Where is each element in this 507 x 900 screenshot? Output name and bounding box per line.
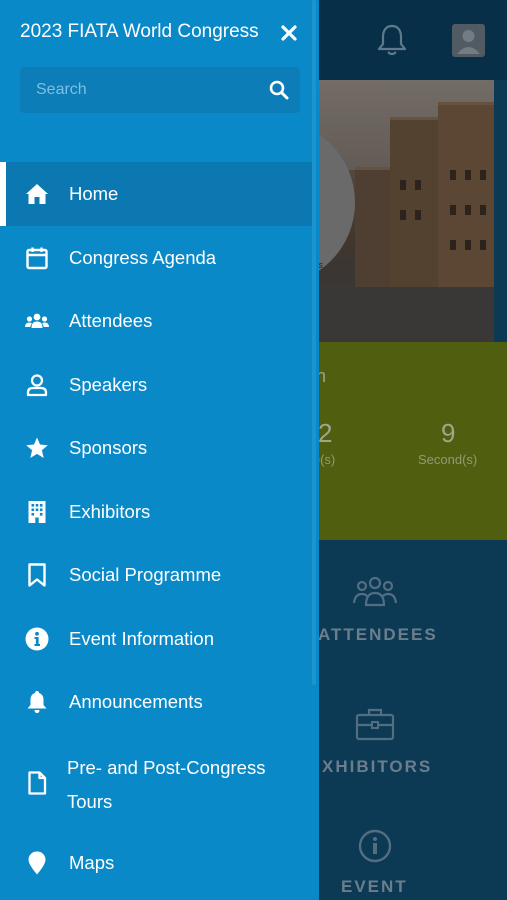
star-icon <box>25 436 49 460</box>
menu-item-exhibitors[interactable]: Exhibitors <box>0 480 312 544</box>
menu-item-label: Social Programme <box>69 564 222 585</box>
user-icon <box>25 373 49 397</box>
menu-item-label: Attendees <box>69 310 153 331</box>
calendar-icon <box>25 246 49 270</box>
menu-item-label: Event Information <box>69 628 214 649</box>
menu-item-label: Exhibitors <box>69 501 151 522</box>
search-input[interactable] <box>20 67 300 113</box>
menu-item-pre-post-congress-tours[interactable]: Pre- and Post-Congress Tours <box>0 741 312 825</box>
menu-item-label: Speakers <box>69 374 148 395</box>
map-pin-icon <box>25 851 49 875</box>
menu-item-event-information[interactable]: Event Information <box>0 607 312 671</box>
navigation-drawer: 2023 FIATA World Congress Home <box>0 0 319 900</box>
info-icon <box>25 627 49 651</box>
drawer-title: 2023 FIATA World Congress <box>20 21 259 42</box>
menu-item-sponsors[interactable]: Sponsors <box>0 416 312 480</box>
close-icon[interactable] <box>278 22 300 44</box>
search-box <box>20 67 300 113</box>
menu-item-label: Home <box>69 183 119 204</box>
document-icon <box>25 771 49 795</box>
users-icon <box>25 309 49 333</box>
bookmark-icon <box>25 563 49 587</box>
menu-item-announcements[interactable]: Announcements <box>0 670 312 734</box>
menu-item-label: Maps <box>69 852 115 873</box>
menu-item-maps[interactable]: Maps <box>0 831 312 895</box>
menu-item-label: Congress Agenda <box>69 247 217 268</box>
menu-item-speakers[interactable]: Speakers <box>0 353 312 417</box>
menu-item-label: Pre- and Post-Congress Tours <box>67 757 266 812</box>
drawer-scrollbar[interactable] <box>312 0 316 685</box>
menu-item-home[interactable]: Home <box>0 162 312 226</box>
bell-icon <box>25 690 49 714</box>
menu-item-social-programme[interactable]: Social Programme <box>0 543 312 607</box>
menu-item-label: Sponsors <box>69 437 148 458</box>
search-icon[interactable] <box>268 79 290 101</box>
menu-item-label: Announcements <box>69 691 203 712</box>
menu-item-congress-agenda[interactable]: Congress Agenda <box>0 226 312 290</box>
home-icon <box>25 182 49 206</box>
building-icon <box>25 500 49 524</box>
active-indicator <box>0 162 6 226</box>
menu-item-attendees[interactable]: Attendees <box>0 289 312 353</box>
